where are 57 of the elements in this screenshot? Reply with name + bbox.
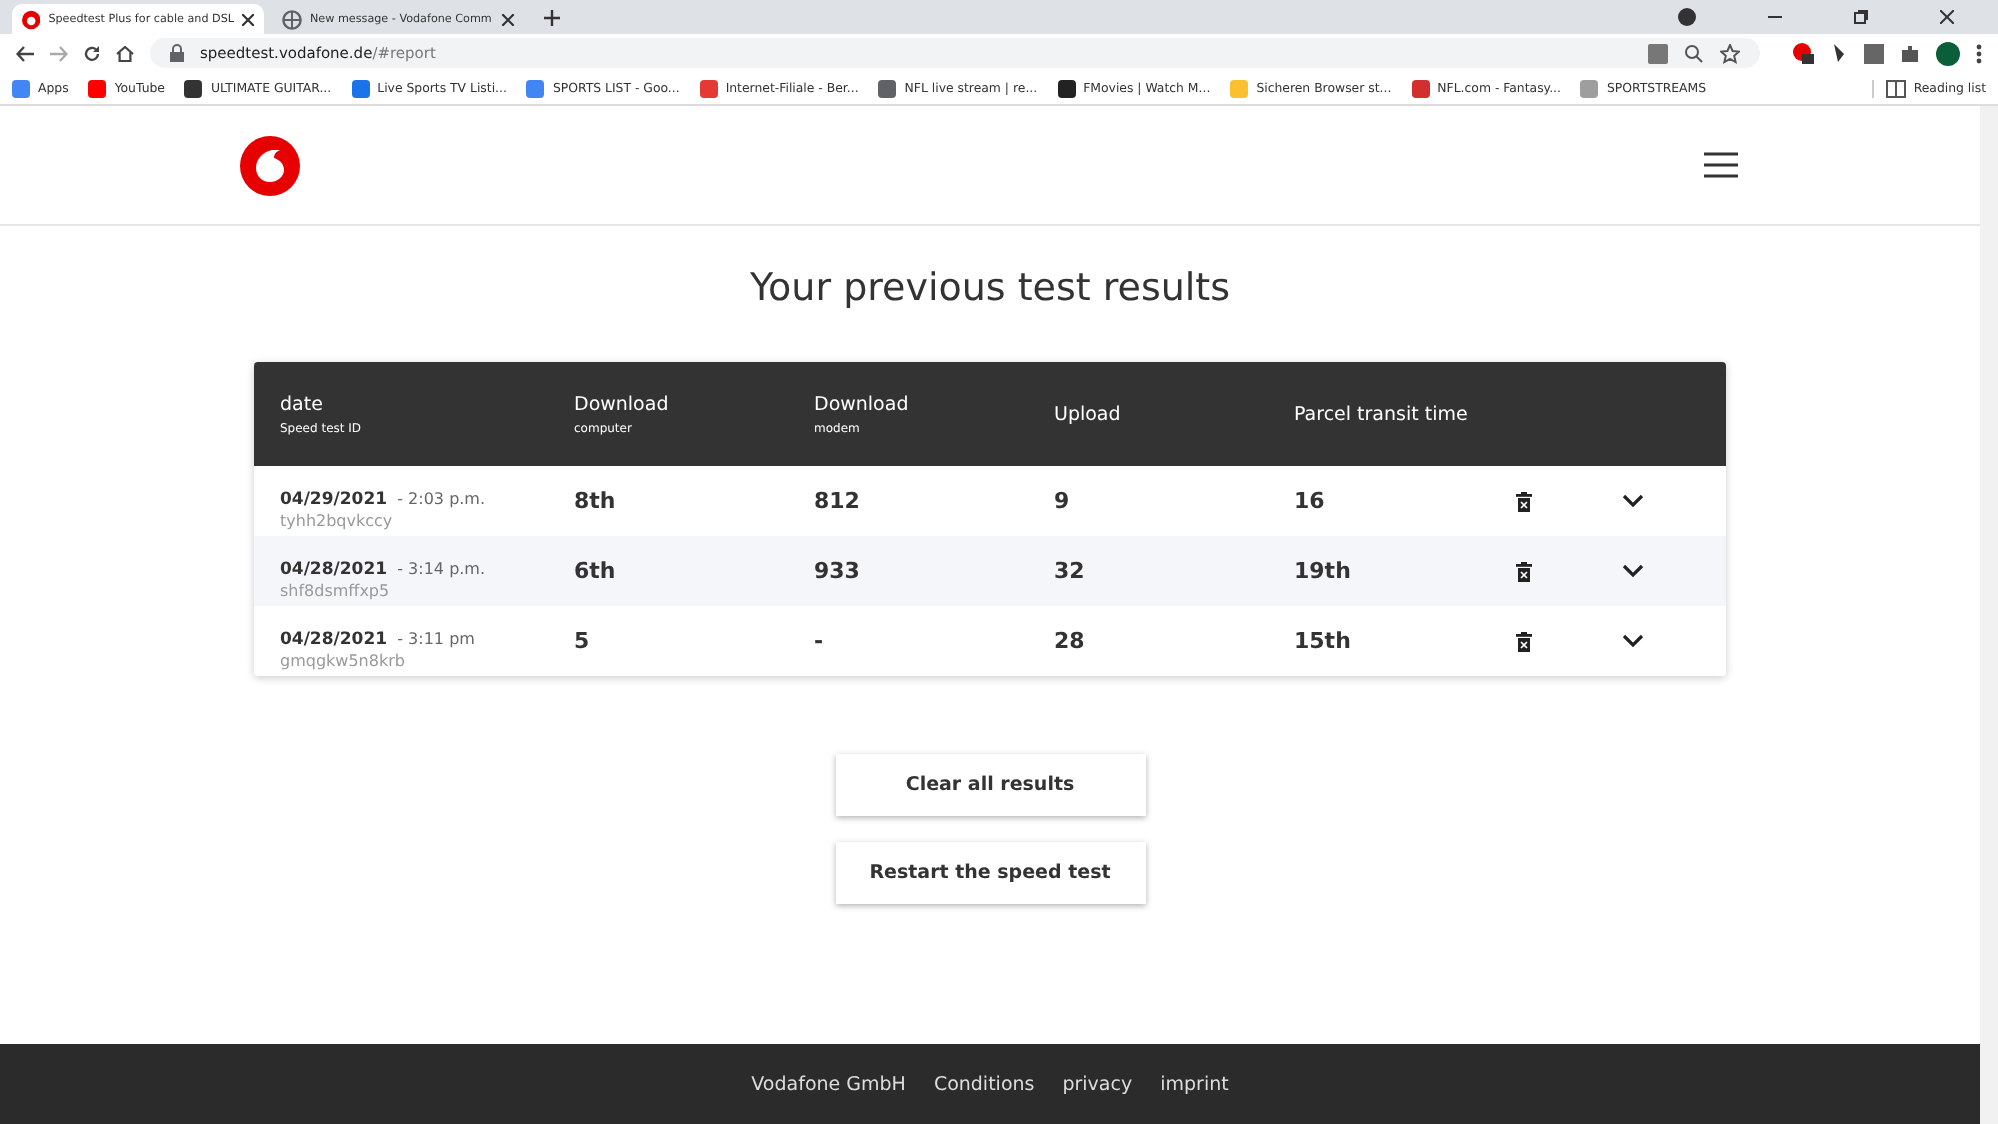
back-icon[interactable] xyxy=(16,45,34,61)
table-cell-text: 16 xyxy=(1294,488,1327,514)
footer-link[interactable]: Conditions xyxy=(933,1073,1035,1095)
table-cell-text: 9 xyxy=(1054,488,1072,514)
trash-icon[interactable] xyxy=(1515,561,1531,581)
table-cell-text: 15th xyxy=(1294,628,1353,654)
time-text: - 2:03 p.m. xyxy=(397,489,486,507)
reading-list-icon xyxy=(1885,79,1906,97)
action-button[interactable]: Restart the speed test xyxy=(835,842,1145,904)
date-text: 04/28/2021 xyxy=(280,629,388,649)
table-cell-text: 812 xyxy=(814,488,862,514)
column-header: Parcel transit time xyxy=(1294,403,1468,425)
trash-icon[interactable] xyxy=(1515,631,1531,651)
column-header: date xyxy=(280,393,323,415)
profile-dot-icon[interactable] xyxy=(1678,8,1696,26)
restore-icon[interactable] xyxy=(1854,10,1868,24)
chevron-down-icon[interactable] xyxy=(1622,494,1644,508)
footer-link[interactable]: Vodafone GmbH xyxy=(751,1073,906,1095)
zoom-icon[interactable] xyxy=(1684,43,1704,63)
close-icon[interactable] xyxy=(502,13,514,25)
chevron-down-icon[interactable] xyxy=(1622,564,1644,578)
table-cell-text: 5 xyxy=(574,628,592,654)
chevron-down-icon[interactable] xyxy=(1622,634,1644,648)
close-icon[interactable] xyxy=(242,13,254,25)
star-icon[interactable] xyxy=(1720,43,1740,63)
close-icon[interactable] xyxy=(1940,10,1954,24)
table-cell-text: 32 xyxy=(1054,558,1087,584)
table-cell-text: 933 xyxy=(814,558,862,584)
lock-icon xyxy=(170,44,184,62)
reload-icon[interactable] xyxy=(84,45,100,61)
test-id: gmqgkw5n8krb xyxy=(280,651,407,669)
table-cell-text: 6th xyxy=(574,558,618,584)
more-icon[interactable] xyxy=(1976,43,1982,63)
column-header: Upload xyxy=(1054,403,1121,425)
date-text: 04/28/2021 xyxy=(280,559,388,579)
column-header: Download xyxy=(814,393,909,415)
date-text: 04/29/2021 xyxy=(280,489,388,509)
time-text: - 3:14 p.m. xyxy=(397,559,486,577)
action-button[interactable]: Clear all results xyxy=(835,754,1145,816)
time-text: - 3:11 pm xyxy=(397,629,475,647)
trash-icon[interactable] xyxy=(1515,491,1531,511)
new-tab-icon[interactable] xyxy=(544,9,560,25)
menu-icon[interactable] xyxy=(1704,152,1738,178)
page-title: Your previous test results xyxy=(749,266,1231,310)
test-id: shf8dsmffxp5 xyxy=(280,581,392,599)
table-cell-text: 8th xyxy=(574,488,618,514)
minimize-icon[interactable] xyxy=(1768,10,1782,24)
footer-link[interactable]: privacy xyxy=(1062,1073,1133,1095)
column-header: Download xyxy=(574,393,669,415)
home-icon[interactable] xyxy=(116,45,134,61)
globe-icon xyxy=(282,9,302,29)
table-cell-text: 19th xyxy=(1294,558,1353,584)
table-cell-text: 28 xyxy=(1054,628,1087,654)
avatar-icon[interactable] xyxy=(1936,41,1960,65)
test-id: tyhh2bqvkccy xyxy=(280,511,395,529)
footer-link[interactable]: imprint xyxy=(1160,1073,1229,1095)
table-cell-text: - xyxy=(814,628,826,654)
